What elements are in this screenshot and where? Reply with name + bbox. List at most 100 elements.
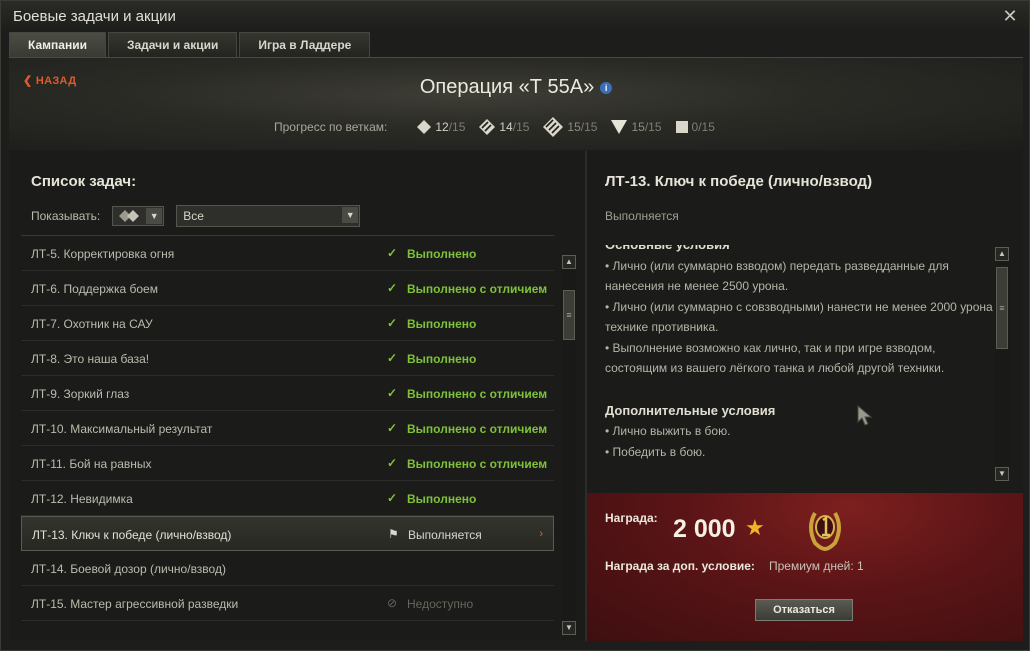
conditions-scrollbar[interactable]: ▲ ≡ ▼ [995, 247, 1009, 481]
check-icon: ✓ [387, 386, 398, 400]
branch-heavy-tank[interactable]: 15/15 [543, 117, 597, 137]
task-status: Выполнено с отличием [407, 282, 548, 296]
detail-status: Выполняется [605, 209, 679, 223]
branch-tank-destroyer[interactable]: 15/15 [611, 120, 662, 134]
branch-total: /15 [644, 120, 662, 134]
reward-value: 2 000 [673, 515, 736, 543]
detail-title: ЛТ-13. Ключ к победе (лично/взвод) [605, 173, 873, 190]
task-list-panel: Список задач: Показывать: ▼ Все ▼ ЛТ-5. … [9, 151, 585, 641]
task-row-lt9[interactable]: ЛТ-9. Зоркий глаз ✓ Выполнено с отличием [21, 376, 554, 411]
branch-total: /15 [512, 120, 530, 134]
vehicle-type-icon [119, 210, 140, 222]
scroll-thumb[interactable]: ≡ [563, 290, 575, 340]
heavy-tank-icon [543, 117, 564, 137]
task-row-lt10[interactable]: ЛТ-10. Максимальный результат ✓ Выполнен… [21, 411, 554, 446]
check-icon: ✓ [387, 246, 398, 260]
task-row-lt5[interactable]: ЛТ-5. Корректировка огня ✓ Выполнено [21, 236, 554, 271]
main-condition: • Выполнение возможно как лично, так и п… [605, 340, 945, 376]
operation-header: ❮ НАЗАД Операция «Т 55А» i Прогресс по ве… [9, 57, 1023, 150]
task-name: ЛТ-8. Это наша база! [31, 352, 150, 366]
chevron-up-icon[interactable]: ▲ [562, 255, 576, 269]
task-row-lt14[interactable]: ЛТ-14. Боевой дозор (лично/взвод) [21, 551, 554, 586]
close-icon[interactable]: ✕ [999, 5, 1021, 27]
branch-total: /15 [448, 120, 466, 134]
filter-row: Показывать: ▼ Все ▼ [31, 205, 361, 227]
task-name: ЛТ-14. Боевой дозор (лично/взвод) [31, 562, 226, 576]
check-icon: ✓ [387, 316, 398, 330]
task-name: ЛТ-15. Мастер агрессивной разведки [31, 597, 239, 611]
chevron-right-icon: › [539, 528, 543, 540]
task-list-title: Список задач: [31, 173, 137, 190]
info-icon[interactable]: i [600, 81, 613, 94]
task-name: ЛТ-12. Невидимка [31, 492, 133, 506]
laurel-medal-icon[interactable] [805, 507, 845, 553]
extra-reward-value: Премиум дней: 1 [769, 559, 864, 573]
flag-icon: ⚑ [388, 527, 399, 541]
task-name: ЛТ-11. Бой на равных [31, 457, 152, 471]
chevron-down-icon: ▼ [342, 207, 359, 223]
extra-conditions-title: Дополнительные условия [605, 402, 776, 418]
filter-label: Показывать: [31, 209, 101, 223]
task-status: Выполнено [407, 317, 477, 331]
chevron-down-icon: ▼ [146, 208, 163, 224]
check-icon: ✓ [387, 491, 398, 505]
status-filter-select[interactable]: Все ▼ [176, 205, 361, 227]
operation-title-row: Операция «Т 55А» i [9, 76, 1023, 99]
task-row-lt8[interactable]: ЛТ-8. Это наша база! ✓ Выполнено [21, 341, 554, 376]
task-name: ЛТ-10. Максимальный результат [31, 422, 213, 436]
task-status: Выполнено [407, 492, 477, 506]
missions-window: Боевые задачи и акции ✕ Кампании Задачи … [0, 0, 1030, 651]
task-row-lt15[interactable]: ЛТ-15. Мастер агрессивной разведки ⊘ Нед… [21, 586, 554, 621]
chevron-down-icon[interactable]: ▼ [995, 467, 1009, 481]
branch-count: 0 [691, 120, 699, 134]
check-icon: ✓ [387, 456, 398, 470]
progress-label: Прогресс по веткам: [274, 120, 388, 134]
main-condition: • Лично (или суммарно взводом) передать … [605, 258, 949, 294]
conditions-text: Основные условия • Лично (или суммарно в… [605, 245, 993, 483]
branch-spg[interactable]: 0/15 [675, 120, 715, 134]
task-name: ЛТ-7. Охотник на САУ [31, 317, 153, 331]
mouse-cursor-icon [857, 405, 873, 426]
task-list-scrollbar[interactable]: ▲ ≡ ▼ [562, 255, 576, 635]
branch-light-tank[interactable]: 12/15 [417, 120, 465, 134]
task-row-lt11[interactable]: ЛТ-11. Бой на равных ✓ Выполнено с отлич… [21, 446, 554, 481]
branch-medium-tank[interactable]: 14/15 [479, 119, 529, 135]
tab-ladder[interactable]: Игра в Ладдере [239, 32, 371, 57]
task-status: Выполнено с отличием [407, 422, 548, 436]
task-row-lt7[interactable]: ЛТ-7. Охотник на САУ ✓ Выполнено [21, 306, 554, 341]
task-status: Выполняется [408, 528, 482, 542]
branch-count: 14 [499, 120, 513, 134]
window-title: Боевые задачи и акции [13, 8, 176, 25]
task-name: ЛТ-5. Корректировка огня [31, 247, 175, 261]
status-filter-value: Все [183, 209, 204, 223]
tab-campaigns[interactable]: Кампании [9, 32, 106, 57]
title-bar: Боевые задачи и акции ✕ [1, 1, 1029, 31]
scroll-thumb[interactable]: ≡ [996, 267, 1008, 349]
light-tank-icon [417, 120, 432, 134]
task-row-lt6[interactable]: ЛТ-6. Поддержка боем ✓ Выполнено с отлич… [21, 271, 554, 306]
task-name: ЛТ-6. Поддержка боем [31, 282, 158, 296]
tab-bar: Кампании Задачи и акции Игра в Ладдере [9, 32, 372, 57]
task-list: ЛТ-5. Корректировка огня ✓ Выполнено ЛТ-… [21, 235, 554, 636]
task-row-lt12[interactable]: ЛТ-12. Невидимка ✓ Выполнено [21, 481, 554, 516]
task-row-lt13[interactable]: ЛТ-13. Ключ к победе (лично/взвод) ⚑ Вып… [21, 516, 554, 551]
main-condition: • Лично (или суммарно с совзводными) нан… [605, 299, 993, 335]
task-status: Выполнено с отличием [407, 387, 548, 401]
branch-total: /15 [580, 120, 598, 134]
decline-button[interactable]: Отказаться [755, 599, 853, 621]
reward-section: Награда: 2 000 ★ Награда за доп. условие… [587, 493, 1023, 641]
branch-progress: Прогресс по веткам: 12/15 14/15 15/15 15… [274, 117, 729, 137]
extra-condition: • Лично выжить в бою. [605, 424, 731, 438]
chevron-up-icon[interactable]: ▲ [995, 247, 1009, 261]
task-name: ЛТ-13. Ключ к победе (лично/взвод) [32, 528, 232, 542]
operation-title: Операция «Т 55А» [419, 76, 595, 98]
task-detail-panel: ЛТ-13. Ключ к победе (лично/взвод) Выпол… [587, 151, 1023, 641]
tab-missions-and-events[interactable]: Задачи и акции [107, 32, 238, 57]
chevron-down-icon[interactable]: ▼ [562, 621, 576, 635]
vehicle-type-select[interactable]: ▼ [112, 206, 165, 226]
main-conditions-title: Основные условия [605, 245, 993, 256]
task-status: Выполнено [407, 247, 477, 261]
task-status: Недоступно [407, 597, 474, 611]
branch-total: /15 [698, 120, 715, 134]
task-status: Выполнено с отличием [407, 457, 548, 471]
